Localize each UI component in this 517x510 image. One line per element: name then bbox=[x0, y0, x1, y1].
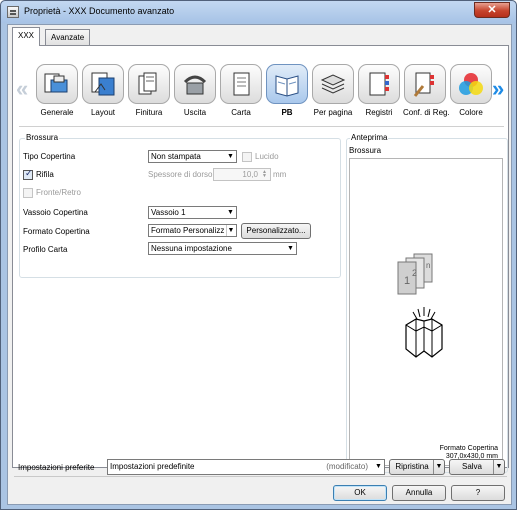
chevron-down-icon[interactable]: ▼ bbox=[493, 460, 504, 474]
tab-xxx[interactable]: XXX bbox=[12, 27, 41, 46]
toolbar-item-per-pagina[interactable]: Per pagina bbox=[311, 64, 355, 117]
toolbar-label-carta: Carta bbox=[231, 108, 251, 117]
chevron-down-icon: ▼ bbox=[226, 225, 235, 236]
vassoio-copertina-dropdown[interactable]: Vassoio 1 ▼ bbox=[148, 206, 237, 219]
formato-copertina-dropdown[interactable]: Formato Personalizza ▼ bbox=[148, 224, 237, 237]
close-button[interactable]: ✕ bbox=[474, 2, 510, 18]
toolbar-item-colore[interactable]: Colore bbox=[449, 64, 493, 117]
tipo-copertina-label: Tipo Copertina bbox=[23, 152, 76, 161]
fronte-retro-checkbox[interactable] bbox=[23, 188, 33, 198]
toolbar-label-per-pagina: Per pagina bbox=[313, 108, 353, 117]
chevron-down-icon: ▼ bbox=[227, 153, 234, 160]
tabs-icon bbox=[358, 64, 400, 104]
scroll-right-icon[interactable]: » bbox=[492, 76, 504, 102]
profilo-carta-label: Profilo Carta bbox=[23, 245, 68, 254]
per-page-icon bbox=[312, 64, 354, 104]
toolbar-item-generale[interactable]: Generale bbox=[35, 64, 79, 117]
toolbar-label-layout: Layout bbox=[90, 108, 116, 117]
anteprima-subtitle: Brossura bbox=[349, 146, 382, 155]
perfect-binding-icon bbox=[405, 307, 443, 358]
rifila-checkbox[interactable] bbox=[23, 168, 33, 180]
dialog-window: Proprietà - XXX Documento avanzato ✕ XXX… bbox=[0, 0, 517, 510]
toolbar-label-finitura: Finitura bbox=[135, 108, 163, 117]
toolbar-label-generale: Generale bbox=[40, 108, 74, 117]
toolbar-label-uscita: Uscita bbox=[183, 108, 207, 117]
ripristina-label: Ripristina bbox=[395, 462, 429, 471]
tab-panel: « » Generale Layout Finitura Uscita Cart… bbox=[12, 45, 509, 473]
toolbar-label-pb: PB bbox=[281, 108, 293, 117]
finishing-icon bbox=[128, 64, 170, 104]
lucido-checkbox[interactable] bbox=[242, 152, 252, 162]
favorites-modified-status: (modificato) bbox=[326, 462, 368, 471]
spessore-label: Spessore di dorso bbox=[148, 170, 213, 179]
page-number-2: 2 bbox=[412, 268, 417, 278]
lucido-label: Lucido bbox=[255, 152, 279, 161]
toolbar-item-registri[interactable]: Registri bbox=[357, 64, 401, 117]
profilo-carta-value: Nessuna impostazione bbox=[151, 244, 232, 253]
favorites-dropdown[interactable]: Impostazioni predefinite (modificato) ▼ bbox=[107, 459, 385, 475]
dialog-client-area: XXX Avanzate « » Generale Layout Finitur… bbox=[7, 24, 512, 505]
chevron-down-icon[interactable]: ▼ bbox=[433, 460, 444, 474]
spin-arrows-icon[interactable]: ▲ ▼ bbox=[260, 170, 269, 179]
title-bar[interactable]: Proprietà - XXX Documento avanzato ✕ bbox=[1, 1, 516, 23]
tipo-copertina-dropdown[interactable]: Non stampata ▼ bbox=[148, 150, 237, 163]
output-icon bbox=[174, 64, 216, 104]
toolbar-label-conf-reg: Conf. di Reg. bbox=[403, 108, 450, 117]
toolbar-label-registri: Registri bbox=[365, 108, 393, 117]
tipo-copertina-value: Non stampata bbox=[151, 152, 201, 161]
fronte-retro-label: Fronte/Retro bbox=[36, 188, 81, 197]
chevron-down-icon: ▼ bbox=[287, 245, 294, 252]
booklet-icon bbox=[266, 64, 308, 104]
toolbar-item-uscita[interactable]: Uscita bbox=[173, 64, 217, 117]
chevron-down-icon: ▼ bbox=[375, 463, 382, 470]
toolbar-item-finitura[interactable]: Finitura bbox=[127, 64, 171, 117]
tab-settings-icon bbox=[404, 64, 446, 104]
favorites-value: Impostazioni predefinite bbox=[110, 462, 195, 471]
color-icon bbox=[450, 64, 492, 104]
page-number-n: n bbox=[426, 261, 430, 270]
cancel-button[interactable]: Annulla bbox=[392, 485, 446, 501]
window-title: Proprietà - XXX Documento avanzato bbox=[24, 6, 175, 16]
paper-icon bbox=[220, 64, 262, 104]
toolbar-item-carta[interactable]: Carta bbox=[219, 64, 263, 117]
layout-icon bbox=[82, 64, 124, 104]
toolbar-label-colore: Colore bbox=[459, 108, 483, 117]
salva-label: Salva bbox=[461, 462, 482, 471]
spessore-value: 10,0 bbox=[242, 170, 258, 179]
formato-copertina-value: Formato Personalizza bbox=[151, 226, 224, 235]
scroll-left-icon[interactable]: « bbox=[16, 76, 28, 102]
chevron-down-icon: ▼ bbox=[227, 209, 234, 216]
printer-app-icon bbox=[7, 6, 19, 18]
preview-caption-title: Formato Copertina bbox=[439, 445, 498, 452]
preview-pane: n 2 1 Formato Copertina 307,0x430,0 mm bbox=[349, 158, 503, 466]
tab-avanzate[interactable]: Avanzate bbox=[45, 29, 91, 45]
rifila-label: Rifila bbox=[36, 170, 54, 179]
toolbar-item-pb[interactable]: PB bbox=[265, 64, 309, 117]
vassoio-copertina-label: Vassoio Copertina bbox=[23, 208, 88, 217]
vassoio-copertina-value: Vassoio 1 bbox=[151, 208, 186, 217]
brossura-group-title: Brossura bbox=[25, 133, 60, 142]
ok-button[interactable]: OK bbox=[333, 485, 387, 501]
page-number-1: 1 bbox=[404, 275, 410, 287]
personalizzato-button[interactable]: Personalizzato... bbox=[241, 223, 311, 239]
spessore-unit: mm bbox=[273, 170, 287, 179]
bottom-separator bbox=[14, 476, 507, 477]
spessore-stepper[interactable]: 10,0 ▲ ▼ bbox=[213, 168, 271, 181]
toolbar-separator bbox=[19, 126, 504, 127]
ripristina-button[interactable]: Ripristina ▼ bbox=[389, 459, 445, 475]
anteprima-group-title: Anteprima bbox=[350, 133, 389, 142]
salva-button[interactable]: Salva ▼ bbox=[449, 459, 505, 475]
general-icon bbox=[36, 64, 78, 104]
help-button[interactable]: ? bbox=[451, 485, 505, 501]
favorites-label: Impostazioni preferite bbox=[18, 463, 95, 472]
toolbar-item-conf-reg[interactable]: Conf. di Reg. bbox=[403, 64, 450, 117]
profilo-carta-dropdown[interactable]: Nessuna impostazione ▼ bbox=[148, 242, 297, 255]
toolbar-item-layout[interactable]: Layout bbox=[81, 64, 125, 117]
formato-copertina-label: Formato Copertina bbox=[23, 227, 90, 236]
stacked-pages-icon: n 2 1 bbox=[397, 253, 433, 295]
